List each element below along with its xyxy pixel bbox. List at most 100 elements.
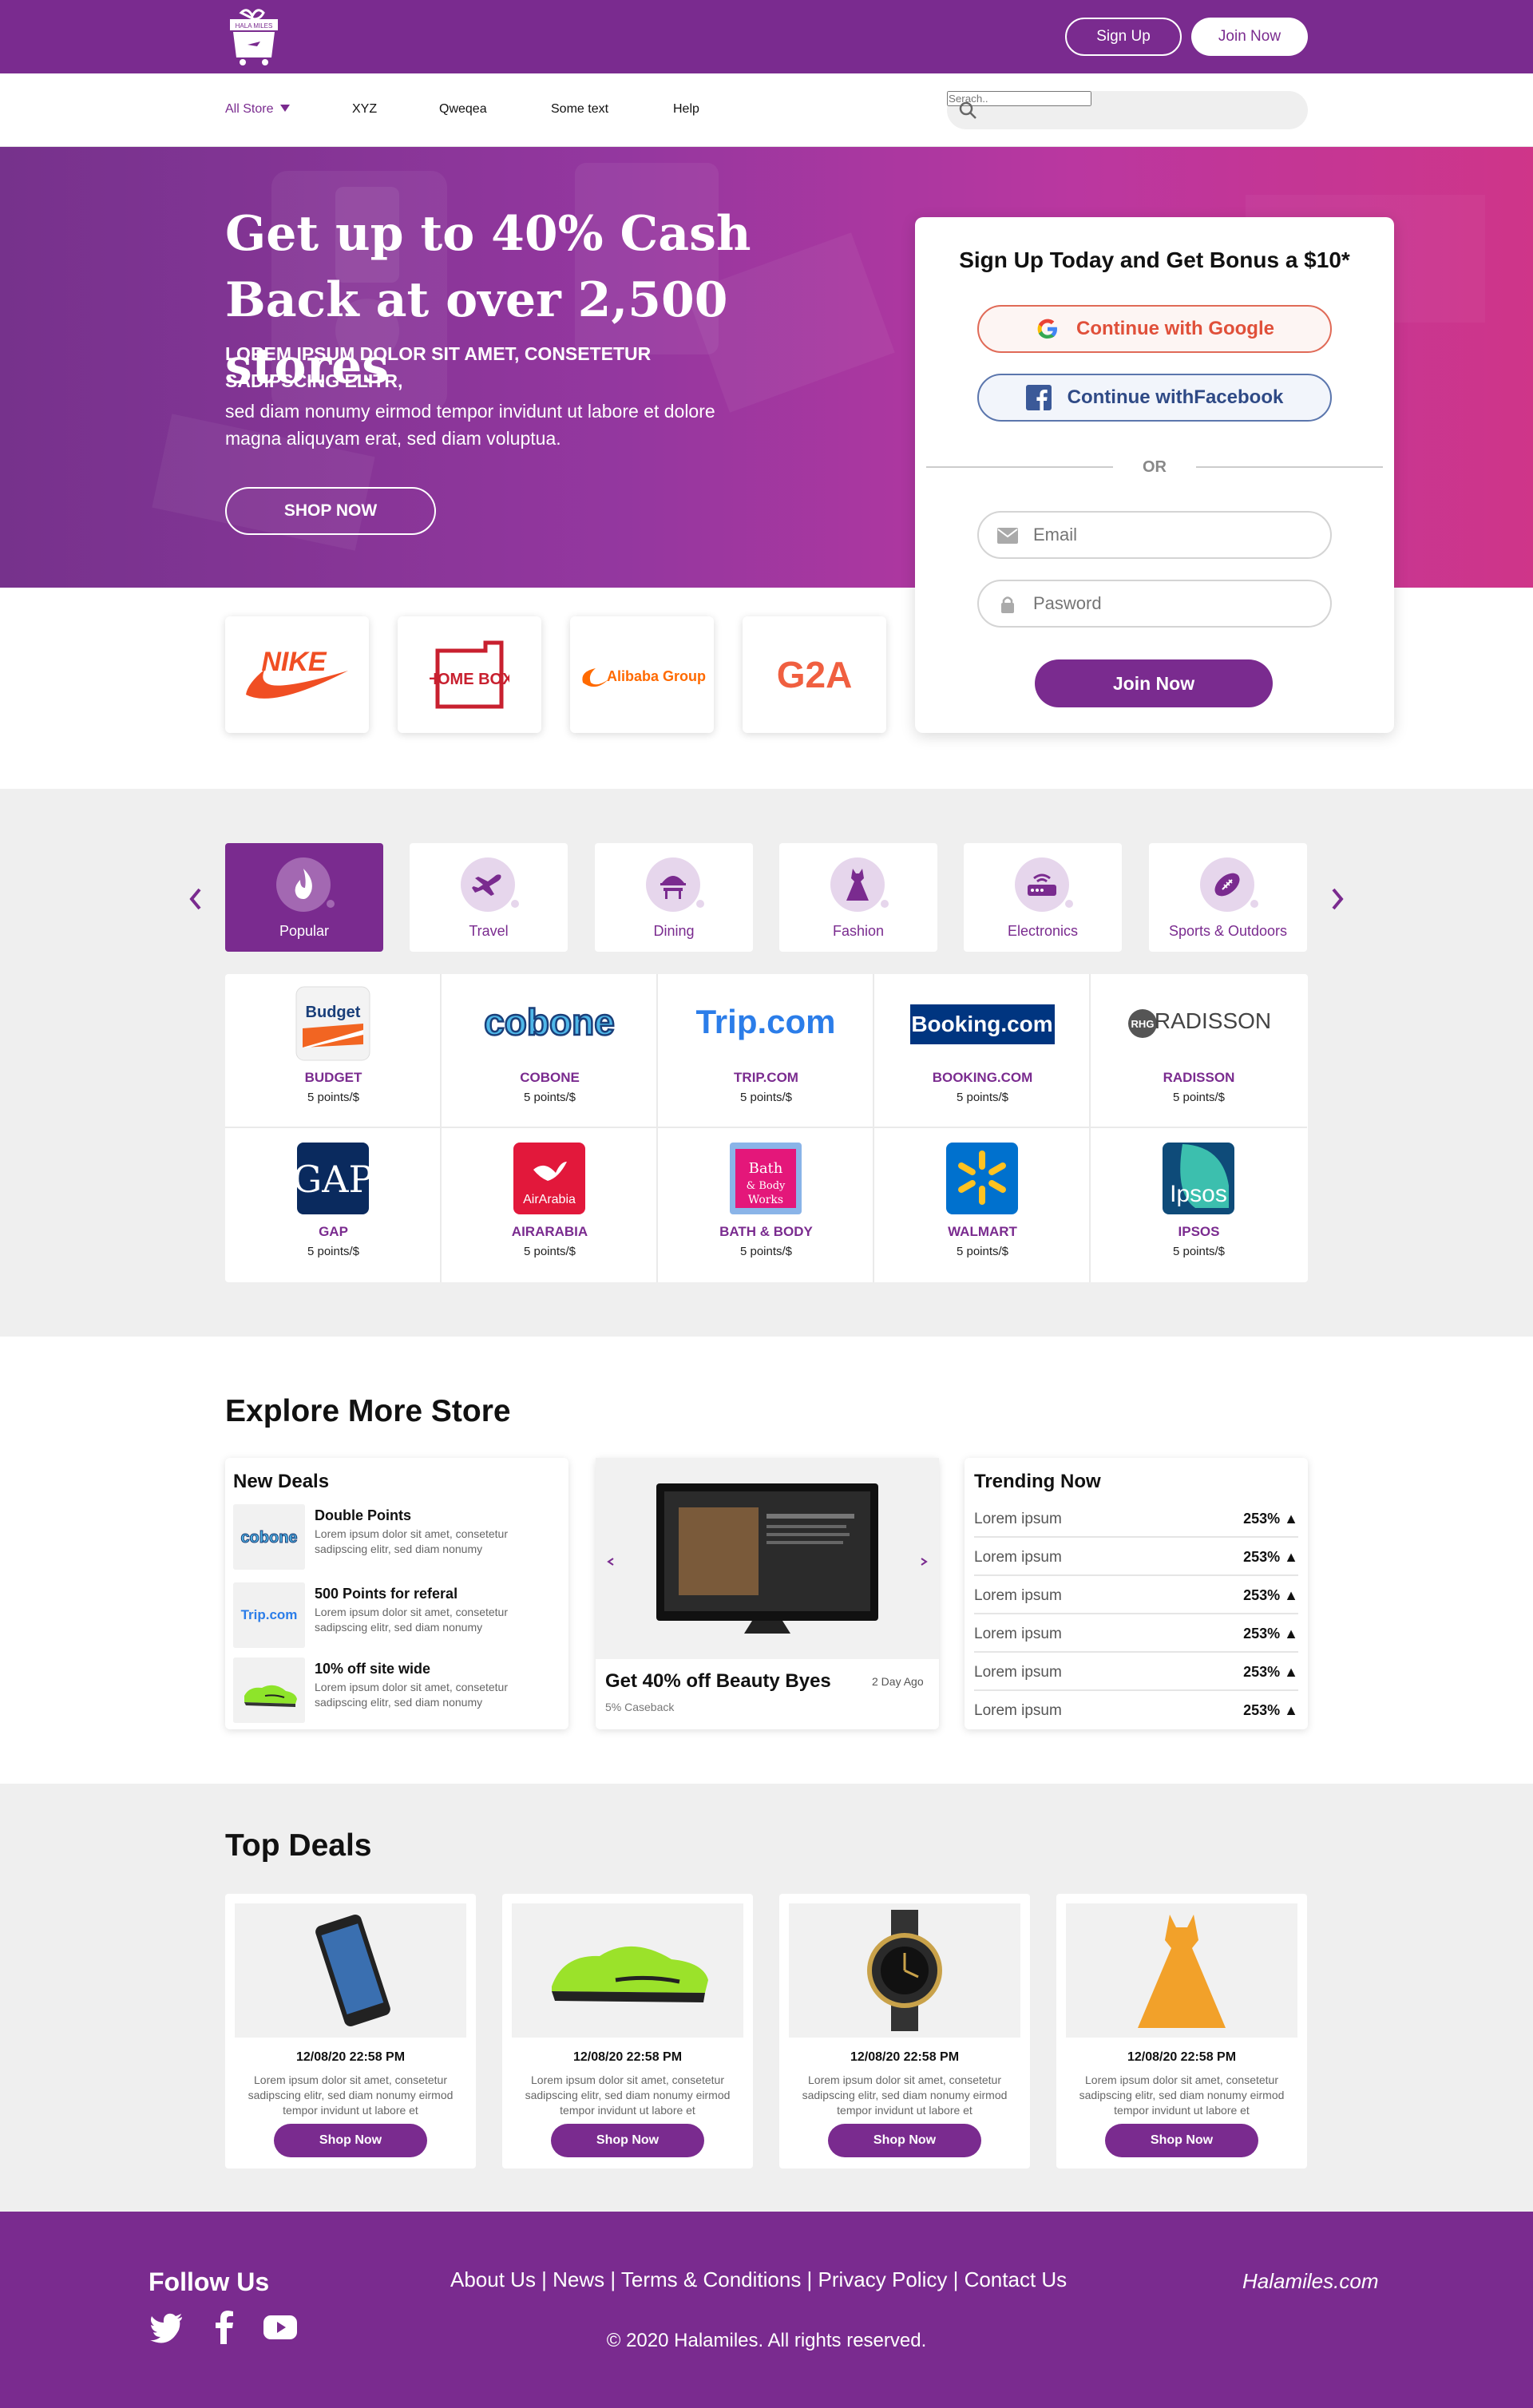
gap-logo: GAP xyxy=(293,1143,373,1214)
footer-link-privacy[interactable]: Privacy Policy xyxy=(818,2267,948,2291)
trending-row[interactable]: Lorem ipsum 253% ▲ xyxy=(974,1538,1298,1576)
store-name: TRIP.COM xyxy=(734,1070,798,1085)
trending-row[interactable]: Lorem ipsum 253% ▲ xyxy=(974,1499,1298,1538)
category-dining[interactable]: Dining xyxy=(595,843,753,952)
footer-link-news[interactable]: News xyxy=(553,2267,604,2291)
nav-item-xyz[interactable]: XYZ xyxy=(352,102,377,117)
email-field[interactable] xyxy=(977,511,1332,559)
store-points: 5 points/$ xyxy=(307,1091,360,1104)
radisson-logo: RHG RADISSON xyxy=(1128,1008,1271,1038)
hala-miles-logo[interactable]: HALA MILES xyxy=(225,6,283,69)
top-deal-desc: Lorem ipsum dolor sit amet, consetetur s… xyxy=(248,2073,454,2117)
category-electronics[interactable]: Electronics xyxy=(964,843,1122,952)
deal-desc: Lorem ipsum dolor sit amet, consetetur s… xyxy=(315,1681,508,1709)
store-name: COBONE xyxy=(520,1070,580,1085)
follow-us-label: Follow Us xyxy=(149,2267,270,2296)
trend-up-icon: ▲ xyxy=(1284,1626,1298,1642)
top-deal-card[interactable]: 12/08/20 22:58 PM Lorem ipsum dolor sit … xyxy=(1056,1894,1307,2168)
shop-now-button[interactable]: Shop Now xyxy=(274,2124,427,2157)
mail-icon xyxy=(997,528,1018,544)
category-fashion[interactable]: Fashion xyxy=(779,843,937,952)
store-card-ipsos[interactable]: Ipsos IPSOS 5 points/$ xyxy=(1091,1128,1307,1282)
trending-row[interactable]: Lorem ipsum 253% ▲ xyxy=(974,1614,1298,1653)
password-input[interactable] xyxy=(1033,581,1321,626)
trending-panel: Trending Now Lorem ipsum 253% ▲ Lorem ip… xyxy=(965,1458,1308,1729)
store-points: 5 points/$ xyxy=(956,1091,1009,1104)
nav-item-qweqea[interactable]: Qweqea xyxy=(439,102,487,117)
cobone-logo: cobone xyxy=(483,1000,616,1044)
svg-text:RADISSON: RADISSON xyxy=(1155,1008,1271,1033)
footer-brand[interactable]: Halamiles.com xyxy=(1242,2269,1379,2294)
store-card-booking[interactable]: Booking.com BOOKING.COM 5 points/$ xyxy=(874,974,1091,1128)
category-popular[interactable]: Popular xyxy=(225,843,383,952)
deal-item-referral[interactable]: Trip.com 500 Points for referal Lorem ip… xyxy=(233,1582,564,1648)
shop-now-button[interactable]: Shop Now xyxy=(828,2124,981,2157)
deal-item-site-wide[interactable]: 10% off site wide Lorem ipsum dolor sit … xyxy=(233,1657,564,1723)
join-now-submit-button[interactable]: Join Now xyxy=(1035,659,1273,707)
nav-all-store[interactable]: All Store xyxy=(225,102,290,117)
brand-card-alibaba[interactable]: Alibaba Group xyxy=(570,616,714,733)
category-sports[interactable]: Sports & Outdoors xyxy=(1149,843,1307,952)
hero-subtitle: LOREM IPSUM DOLOR SIT AMET, CONSETETUR S… xyxy=(225,343,652,391)
shop-now-button[interactable]: Shop Now xyxy=(551,2124,704,2157)
trending-row[interactable]: Lorem ipsum 253% ▲ xyxy=(974,1576,1298,1614)
shop-now-button[interactable]: SHOP NOW xyxy=(225,487,436,535)
shop-now-button[interactable]: Shop Now xyxy=(1105,2124,1258,2157)
category-label: Travel xyxy=(469,923,509,939)
store-name: BOOKING.COM xyxy=(932,1070,1033,1085)
top-deal-card[interactable]: 12/08/20 22:58 PM Lorem ipsum dolor sit … xyxy=(225,1894,476,2168)
store-card-airarabia[interactable]: AirArabia AIRARABIA 5 points/$ xyxy=(442,1128,658,1282)
promo-panel[interactable]: Get 40% off Beauty Byes 2 Day Ago 5% Cas… xyxy=(596,1458,939,1729)
svg-text:Budget: Budget xyxy=(306,1004,361,1021)
store-card-radisson[interactable]: RHG RADISSON RADISSON 5 points/$ xyxy=(1091,974,1307,1128)
store-name: BUDGET xyxy=(304,1070,362,1085)
plane-icon xyxy=(461,857,519,912)
continue-google-button[interactable]: Continue with Google xyxy=(977,305,1332,353)
footer-link-terms[interactable]: Terms & Conditions xyxy=(621,2267,801,2291)
nav-item-some-text[interactable]: Some text xyxy=(551,102,608,117)
nav-item-help[interactable]: Help xyxy=(673,102,699,117)
top-deals-title: Top Deals xyxy=(225,1828,372,1863)
search-bar[interactable] xyxy=(947,91,1308,129)
google-icon xyxy=(1037,319,1058,339)
brand-card-nike[interactable]: NIKE xyxy=(225,616,369,733)
promo-age: 2 Day Ago xyxy=(872,1675,924,1688)
sign-up-button[interactable]: Sign Up xyxy=(1065,18,1182,56)
footer-link-about[interactable]: About Us xyxy=(450,2267,536,2291)
brand-card-homebox[interactable]: HOME BOX xyxy=(398,616,541,733)
svg-text:Alibaba Group: Alibaba Group xyxy=(607,668,706,684)
top-deal-card[interactable]: 12/08/20 22:58 PM Lorem ipsum dolor sit … xyxy=(502,1894,753,2168)
top-deal-card[interactable]: 12/08/20 22:58 PM Lorem ipsum dolor sit … xyxy=(779,1894,1030,2168)
router-icon xyxy=(1015,857,1073,912)
footer-link-separator: | xyxy=(535,2267,553,2291)
svg-text:cobone: cobone xyxy=(240,1529,297,1547)
chevron-left-icon[interactable] xyxy=(185,885,204,913)
trending-title: Trending Now xyxy=(974,1471,1101,1492)
store-card-cobone[interactable]: cobone COBONE 5 points/$ xyxy=(442,974,658,1128)
store-card-gap[interactable]: GAP GAP 5 points/$ xyxy=(225,1128,442,1282)
deal-item-double-points[interactable]: cobone Double Points Lorem ipsum dolor s… xyxy=(233,1504,564,1570)
continue-facebook-button[interactable]: Continue withFacebook xyxy=(977,374,1332,422)
search-icon[interactable] xyxy=(958,101,977,120)
footer-link-contact[interactable]: Contact Us xyxy=(965,2267,1068,2291)
trending-row[interactable]: Lorem ipsum 253% ▲ xyxy=(974,1653,1298,1691)
store-card-trip[interactable]: Trip.com TRIP.COM 5 points/$ xyxy=(658,974,874,1128)
join-now-button[interactable]: Join Now xyxy=(1191,18,1308,56)
trend-up-icon: ▲ xyxy=(1284,1549,1298,1565)
trending-row[interactable]: Lorem ipsum 253% ▲ xyxy=(974,1691,1298,1729)
chevron-right-icon[interactable] xyxy=(1329,885,1348,913)
trending-value: 253% ▲ xyxy=(1243,1511,1298,1527)
email-input[interactable] xyxy=(1033,513,1321,557)
store-card-bath-body[interactable]: Bath & Body Works BATH & BODY 5 points/$ xyxy=(658,1128,874,1282)
store-card-budget[interactable]: Budget BUDGET 5 points/$ xyxy=(225,974,442,1128)
g2a-logo: G2A xyxy=(777,654,853,695)
brand-card-g2a[interactable]: G2A xyxy=(743,616,886,733)
signup-title: Sign Up Today and Get Bonus a $10* xyxy=(959,248,1350,272)
store-points: 5 points/$ xyxy=(523,1091,576,1104)
store-card-walmart[interactable]: WALMART 5 points/$ xyxy=(874,1128,1091,1282)
top-deal-desc: Lorem ipsum dolor sit amet, consetetur s… xyxy=(1079,2073,1285,2117)
category-label: Fashion xyxy=(832,923,885,939)
password-field[interactable] xyxy=(977,580,1332,628)
hero-body: sed diam nonumy eirmod tempor invidunt u… xyxy=(225,401,715,449)
category-travel[interactable]: Travel xyxy=(410,843,568,952)
